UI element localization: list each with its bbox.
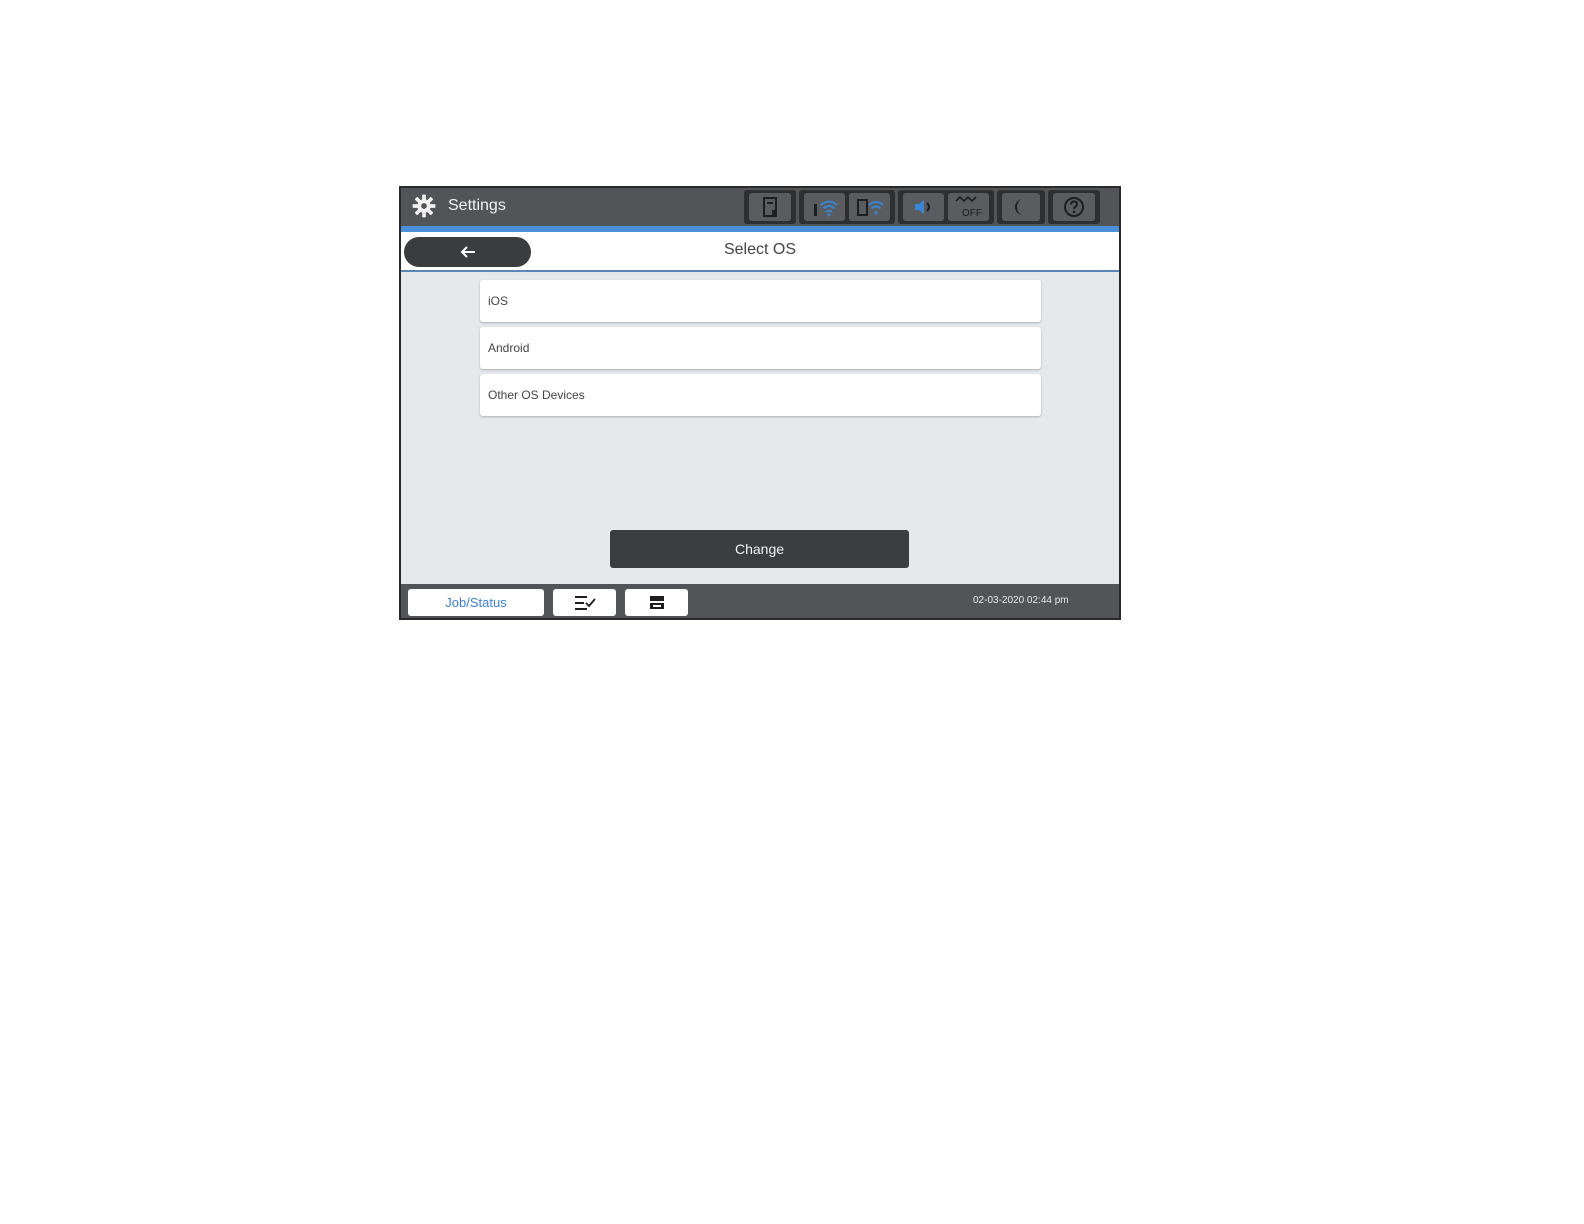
job-list-button[interactable] — [553, 589, 616, 616]
gear-icon — [412, 194, 436, 218]
help-group — [1048, 190, 1100, 224]
job-status-label: Job/Status — [445, 595, 507, 610]
quiet-mode-button[interactable]: OFF — [948, 193, 989, 221]
wifi-direct-icon — [856, 199, 884, 216]
quiet-mode-off-icon: OFF — [954, 195, 982, 219]
tray-button[interactable] — [625, 589, 688, 616]
bottom-bar: Job/Status 02-03-2020 02:44 pm — [401, 584, 1119, 618]
printer-control-panel: Settings OFF Select OS iOS Android Other… — [399, 186, 1121, 620]
job-status-button[interactable]: Job/Status — [408, 589, 544, 616]
sound-group: OFF — [898, 190, 994, 224]
printer-status-button[interactable] — [749, 193, 791, 221]
sound-button[interactable] — [903, 193, 944, 221]
sound-icon — [914, 200, 930, 214]
wifi-button[interactable] — [804, 193, 845, 221]
option-android[interactable]: Android — [480, 327, 1041, 369]
change-button[interactable]: Change — [610, 530, 909, 568]
printer-status-icon — [763, 197, 777, 217]
option-ios[interactable]: iOS — [480, 280, 1041, 322]
datetime-display: 02-03-2020 02:44 pm — [973, 595, 1069, 606]
page-title: Select OS — [723, 241, 797, 258]
sleep-icon — [1015, 199, 1023, 215]
job-list-icon — [574, 595, 596, 610]
top-bar: Settings OFF — [401, 188, 1119, 226]
wifi-icon — [813, 200, 838, 217]
sleep-button[interactable] — [1002, 193, 1040, 221]
header-bar: Select OS — [401, 232, 1119, 272]
option-other-os-devices[interactable]: Other OS Devices — [480, 374, 1041, 416]
app-title: Settings — [448, 197, 506, 214]
network-group — [799, 190, 895, 224]
wifi-direct-button[interactable] — [849, 193, 890, 221]
svg-text:OFF: OFF — [962, 208, 982, 219]
print-tray-icon — [649, 595, 664, 609]
help-icon — [1064, 197, 1084, 217]
help-button[interactable] — [1053, 193, 1095, 221]
sleep-group — [997, 190, 1045, 224]
printer-status-group — [744, 190, 796, 224]
